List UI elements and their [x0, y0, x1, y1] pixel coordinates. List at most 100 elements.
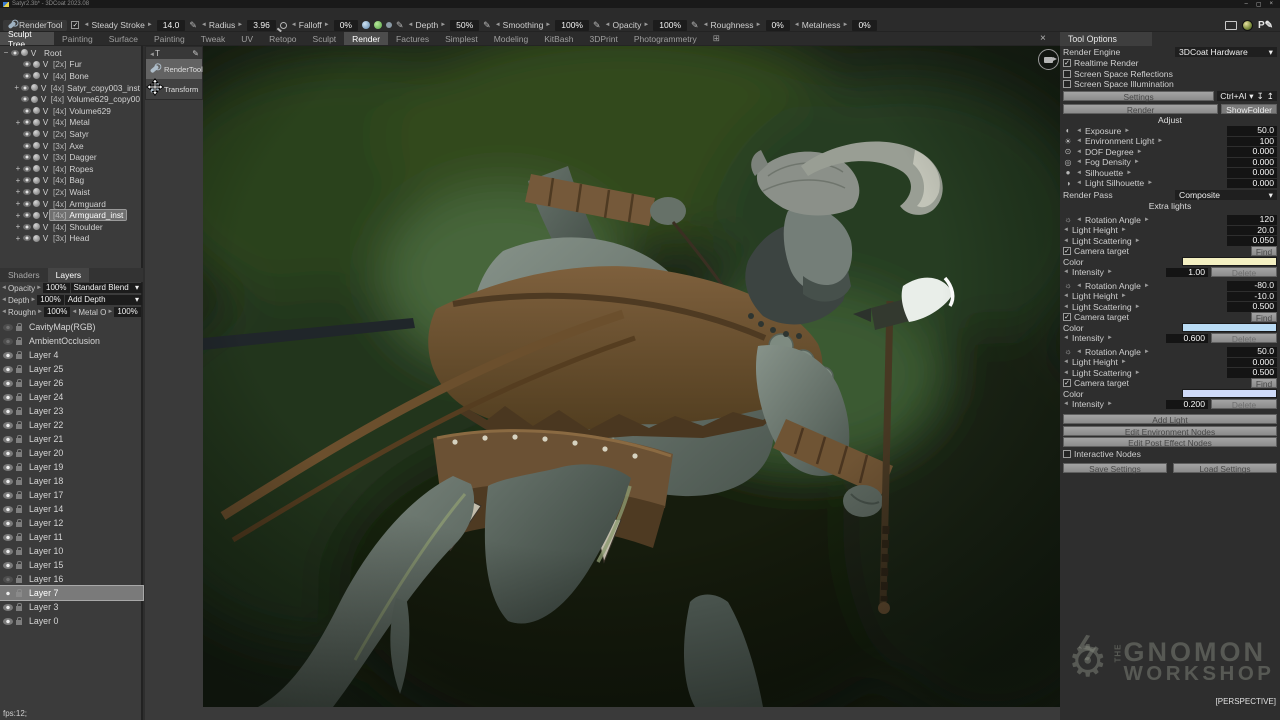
- layer-row[interactable]: Layer 22: [0, 418, 143, 432]
- room-tab[interactable]: Tweak: [193, 32, 234, 45]
- layer-lock-icon[interactable]: [16, 592, 22, 597]
- light-height-value[interactable]: -10.0: [1227, 292, 1277, 302]
- expand-icon[interactable]: +: [14, 187, 22, 196]
- visibility-eye-icon[interactable]: [11, 50, 19, 56]
- layer-visibility-eye-icon[interactable]: [3, 604, 13, 611]
- camera-icon[interactable]: [1038, 49, 1059, 70]
- room-tab[interactable]: Retopo: [261, 32, 304, 45]
- edit-pencil-icon[interactable]: ✎: [189, 20, 197, 31]
- room-tab[interactable]: KitBash: [536, 32, 581, 45]
- maximize-button[interactable]: ▢: [1256, 1, 1262, 8]
- intensity-value[interactable]: 0.600: [1166, 334, 1208, 344]
- layer-rough-value[interactable]: 100%: [44, 307, 70, 317]
- find-button[interactable]: Find: [1251, 312, 1277, 322]
- expand-icon[interactable]: +: [14, 176, 22, 185]
- layer-lock-icon[interactable]: [16, 452, 22, 457]
- expand-icon[interactable]: +: [14, 199, 22, 208]
- layer-lock-icon[interactable]: [16, 494, 22, 499]
- visibility-eye-icon[interactable]: [23, 154, 31, 160]
- layer-visibility-eye-icon[interactable]: [3, 380, 13, 387]
- layer-lock-icon[interactable]: [16, 424, 22, 429]
- room-tab[interactable]: Simplest: [437, 32, 486, 45]
- voxel-mode-label[interactable]: V: [41, 175, 50, 185]
- layer-metal-value[interactable]: 100%: [114, 307, 140, 317]
- camera-target-checkbox[interactable]: ✓: [1063, 379, 1071, 387]
- layer-visibility-eye-icon[interactable]: [3, 562, 13, 569]
- load-settings-button[interactable]: Load Settings: [1173, 463, 1277, 473]
- layer-visibility-eye-icon[interactable]: [3, 618, 13, 625]
- tool-popup-item[interactable]: Transform: [146, 79, 202, 99]
- layer-visibility-eye-icon[interactable]: [3, 408, 13, 415]
- shader-ball-icon[interactable]: [33, 130, 40, 137]
- layer-row[interactable]: Layer 10: [0, 544, 143, 558]
- visibility-eye-icon[interactable]: [23, 131, 31, 137]
- panel-tab[interactable]: Layers: [48, 268, 90, 282]
- shader-ball-icon[interactable]: [33, 235, 40, 242]
- layer-lock-icon[interactable]: [16, 578, 22, 583]
- layer-visibility-eye-icon[interactable]: [3, 576, 13, 583]
- edit-pencil-icon[interactable]: ✎: [691, 20, 699, 31]
- edit-pencil-icon[interactable]: ✎: [192, 49, 199, 58]
- layer-row[interactable]: Layer 25: [0, 362, 143, 376]
- layer-lock-icon[interactable]: [16, 382, 22, 387]
- metalness-stepper[interactable]: ◄ Metalness ►: [794, 20, 849, 30]
- minimize-button[interactable]: –: [1244, 1, 1247, 8]
- tree-row[interactable]: V [4x] Bone: [0, 70, 143, 82]
- layer-lock-icon[interactable]: [16, 606, 22, 611]
- save-settings-button[interactable]: Save Settings: [1063, 463, 1167, 473]
- add-light-button[interactable]: Add Light: [1063, 414, 1277, 424]
- voxel-mode-label[interactable]: V: [41, 59, 50, 69]
- silhouette-icon[interactable]: ● ◄ Silhouette ► 0.000: [1060, 168, 1280, 179]
- layer-row[interactable]: AmbientOcclusion: [0, 334, 143, 348]
- tree-row[interactable]: + V [4x] Armguard_inst: [0, 209, 143, 221]
- layer-lock-icon[interactable]: [16, 396, 22, 401]
- voxel-mode-label[interactable]: V: [41, 222, 50, 232]
- layer-lock-icon[interactable]: [16, 550, 22, 555]
- panel-tab[interactable]: Painting: [54, 32, 101, 45]
- room-tab[interactable]: Modeling: [486, 32, 537, 45]
- edit-pencil-icon[interactable]: ✎: [483, 20, 491, 31]
- voxel-mode-label[interactable]: V: [41, 233, 50, 243]
- rotation-angle-value[interactable]: -80.0: [1227, 281, 1277, 291]
- fog-icon[interactable]: ◎ ◄ Fog Density ► 0.000: [1060, 157, 1280, 168]
- light-scattering-value[interactable]: 0.500: [1227, 368, 1277, 378]
- layer-visibility-eye-icon[interactable]: [3, 534, 13, 541]
- room-tab[interactable]: Render: [344, 32, 388, 45]
- light-color-swatch[interactable]: [1182, 389, 1277, 398]
- shader-ball-icon[interactable]: [33, 72, 40, 79]
- expand-icon[interactable]: +: [14, 234, 22, 243]
- layer-visibility-eye-icon[interactable]: [3, 450, 13, 457]
- delete-light-button[interactable]: Delete: [1211, 333, 1277, 343]
- light-scattering-value[interactable]: 0.500: [1227, 302, 1277, 312]
- steady-stroke-stepper[interactable]: ◄ Steady Stroke ►: [83, 20, 152, 30]
- light-silhouette-icon[interactable]: ◑ ◄ Light Silhouette ► 0.000: [1060, 178, 1280, 189]
- tree-row[interactable]: − V Root: [0, 47, 143, 59]
- render-option-row[interactable]: ✓ Screen Space Reflections: [1060, 69, 1280, 80]
- layer-visibility-eye-icon[interactable]: [3, 548, 13, 555]
- layer-row[interactable]: Layer 20: [0, 446, 143, 460]
- tree-row[interactable]: + V [4x] Bag: [0, 175, 143, 187]
- find-button[interactable]: Find: [1251, 378, 1277, 388]
- edit-post-effect-nodes-button[interactable]: Edit Post Effect Nodes: [1063, 437, 1277, 447]
- voxel-mode-label[interactable]: V: [41, 199, 50, 209]
- room-tab[interactable]: 3DPrint: [582, 32, 626, 45]
- layer-lock-icon[interactable]: [16, 438, 22, 443]
- panel-tab[interactable]: Surface: [101, 32, 146, 45]
- room-tab[interactable]: Painting: [146, 32, 193, 45]
- falloff-stepper[interactable]: ◄ Falloff ►: [291, 20, 330, 30]
- metalness-value[interactable]: 0%: [852, 20, 876, 31]
- panel-tab[interactable]: Shaders: [0, 268, 48, 282]
- tree-row[interactable]: V [3x] Dagger: [0, 151, 143, 163]
- visibility-eye-icon[interactable]: [21, 85, 29, 91]
- exposure-icon[interactable]: ◐ ◄ Exposure ► 50.0: [1060, 126, 1280, 137]
- camera-target-checkbox[interactable]: ✓: [1063, 247, 1071, 255]
- shader-ball-icon[interactable]: [33, 188, 40, 195]
- depth-mode-dropdown[interactable]: Add Depth▾: [65, 295, 142, 305]
- edit-environment-nodes-button[interactable]: Edit Environment Nodes: [1063, 426, 1277, 436]
- shader-ball-icon[interactable]: [33, 119, 40, 126]
- shader-ball-icon[interactable]: [31, 84, 38, 91]
- visibility-eye-icon[interactable]: [23, 119, 31, 125]
- layer-row[interactable]: Layer 3: [0, 600, 143, 614]
- layer-row[interactable]: Layer 7: [0, 586, 143, 600]
- tree-row[interactable]: + V [4x] Armguard: [0, 198, 143, 210]
